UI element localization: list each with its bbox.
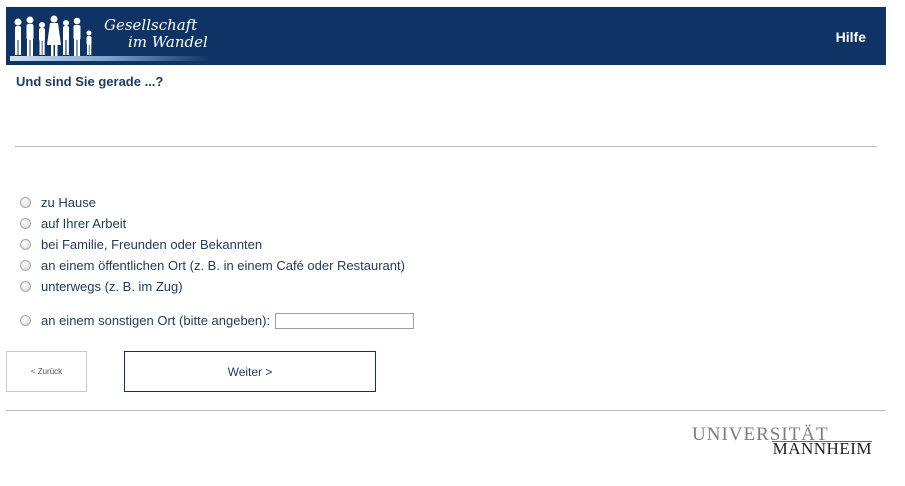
question-text: Und sind Sie gerade ...?: [16, 74, 164, 89]
radio-button[interactable]: [20, 260, 31, 271]
option-arbeit[interactable]: auf Ihrer Arbeit: [20, 213, 414, 234]
logo-line-1: Gesellschaft: [104, 16, 198, 34]
radio-button[interactable]: [20, 218, 31, 229]
option-familie[interactable]: bei Familie, Freunden oder Bekannten: [20, 234, 414, 255]
radio-button[interactable]: [20, 281, 31, 292]
logo-wordmark: Gesellschaft im Wandel: [104, 17, 208, 51]
option-label: bei Familie, Freunden oder Bekannten: [41, 237, 263, 252]
option-label: zu Hause: [41, 195, 96, 210]
option-unterwegs[interactable]: unterwegs (z. B. im Zug): [20, 276, 414, 297]
radio-button[interactable]: [20, 197, 31, 208]
option-zu-hause[interactable]: zu Hause: [20, 192, 414, 213]
radio-button[interactable]: [20, 315, 31, 326]
answer-options: zu Hause auf Ihrer Arbeit bei Familie, F…: [20, 192, 415, 331]
help-link[interactable]: Hilfe: [836, 29, 866, 45]
option-label: unterwegs (z. B. im Zug): [41, 279, 183, 294]
option-oeffentlicher-ort[interactable]: an einem öffentlichen Ort (z. B. in eine…: [20, 255, 414, 276]
other-location-input[interactable]: [275, 312, 415, 329]
option-label: auf Ihrer Arbeit: [41, 216, 127, 231]
option-sonstiger-ort[interactable]: an einem sonstigen Ort (bitte angeben):: [20, 310, 415, 331]
radio-button[interactable]: [20, 239, 31, 250]
logo-line-2: im Wandel: [128, 33, 208, 51]
option-label: an einem öffentlichen Ort (z. B. in eine…: [41, 258, 405, 273]
header-banner: Gesellschaft im Wandel Hilfe: [6, 7, 886, 65]
option-label: an einem sonstigen Ort (bitte angeben):: [41, 313, 271, 328]
divider-bottom: [6, 410, 886, 411]
back-button[interactable]: < Zurück: [6, 351, 87, 392]
university-logo: UNIVERSITÄT MANNHEIM: [692, 424, 874, 458]
divider-top: [15, 146, 877, 147]
university-logo-line-2: MANNHEIM: [772, 439, 872, 458]
logo-underline-decoration: [10, 56, 210, 61]
next-button[interactable]: Weiter >: [124, 351, 376, 392]
